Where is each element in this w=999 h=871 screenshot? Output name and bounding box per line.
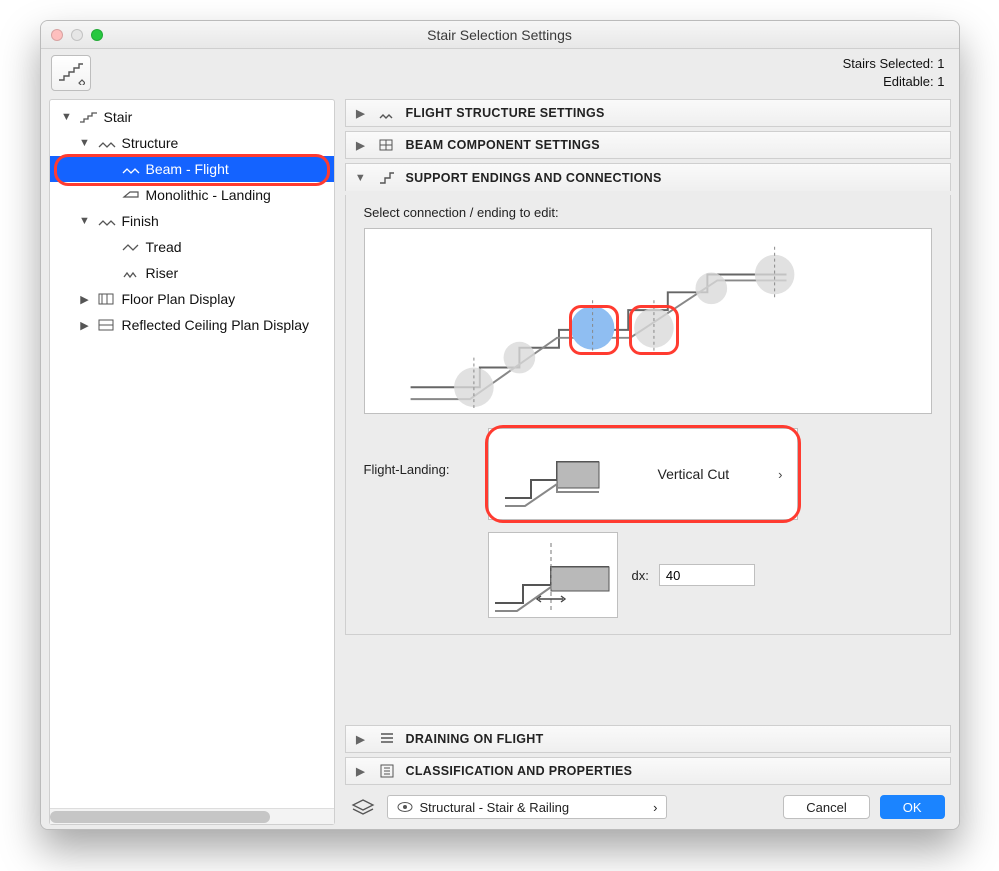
finish-icon bbox=[96, 214, 118, 228]
accordion-flight-structure-settings[interactable]: FLIGHT STRUCTURE SETTINGS bbox=[345, 99, 951, 127]
tree-item-structure[interactable]: Structure bbox=[50, 130, 334, 156]
dx-diagram-svg bbox=[489, 533, 619, 619]
tree-item-label: Structure bbox=[122, 135, 179, 151]
dx-label: dx: bbox=[632, 568, 649, 583]
eye-icon bbox=[396, 801, 414, 813]
accordion-title: CLASSIFICATION AND PROPERTIES bbox=[406, 764, 633, 778]
annotation-highlight bbox=[569, 305, 619, 355]
window-minimize-button[interactable] bbox=[71, 29, 83, 41]
tree-item-tread[interactable]: Tread bbox=[50, 234, 334, 260]
window-close-button[interactable] bbox=[51, 29, 63, 41]
tree-item-label: Riser bbox=[146, 265, 179, 281]
support-section-body: Select connection / ending to edit: bbox=[345, 195, 951, 635]
structure-icon bbox=[96, 136, 118, 150]
dialog-header: Stairs Selected: 1 Editable: 1 bbox=[41, 49, 959, 95]
layer-dropdown[interactable]: Structural - Stair & Railing › bbox=[387, 795, 667, 819]
accordion-draining-on-flight[interactable]: DRAINING ON FLIGHT bbox=[345, 725, 951, 753]
ceiling-plan-icon bbox=[96, 318, 118, 332]
floor-plan-icon bbox=[96, 292, 118, 306]
tree-item-label: Monolithic - Landing bbox=[146, 187, 271, 203]
tree-item-label: Reflected Ceiling Plan Display bbox=[122, 317, 310, 333]
annotation-highlight bbox=[629, 305, 679, 355]
window-title: Stair Selection Settings bbox=[41, 27, 959, 43]
editable-label: Editable: 1 bbox=[843, 73, 945, 91]
tree-item-finish[interactable]: Finish bbox=[50, 208, 334, 234]
flight-landing-thumb-icon bbox=[499, 436, 609, 512]
layer-icon bbox=[349, 798, 377, 816]
accordion-classification-properties[interactable]: CLASSIFICATION AND PROPERTIES bbox=[345, 757, 951, 785]
chevron-right-icon bbox=[354, 733, 368, 746]
select-connection-label: Select connection / ending to edit: bbox=[364, 205, 932, 220]
classification-icon bbox=[376, 763, 398, 779]
ok-button[interactable]: OK bbox=[880, 795, 945, 819]
stair-tool-icon bbox=[51, 55, 91, 91]
sidebar: Stair Structure Beam - Flight bbox=[49, 99, 335, 825]
tree-item-label: Beam - Flight bbox=[146, 161, 229, 177]
window-zoom-button[interactable] bbox=[91, 29, 103, 41]
disclosure-icon[interactable] bbox=[60, 111, 74, 123]
tree-item-label: Stair bbox=[104, 109, 133, 125]
sidebar-horizontal-scrollbar[interactable] bbox=[50, 808, 334, 824]
accordion-title: SUPPORT ENDINGS AND CONNECTIONS bbox=[406, 171, 662, 185]
dx-diagram bbox=[488, 532, 618, 618]
disclosure-icon[interactable] bbox=[78, 319, 92, 332]
chevron-right-icon: › bbox=[653, 800, 657, 815]
riser-icon bbox=[120, 266, 142, 280]
beam-component-icon bbox=[376, 137, 398, 153]
scrollbar-thumb[interactable] bbox=[50, 811, 270, 823]
settings-dialog: Stair Selection Settings Stairs Selected… bbox=[40, 20, 960, 830]
accordion-title: FLIGHT STRUCTURE SETTINGS bbox=[406, 106, 605, 120]
accordion-beam-component-settings[interactable]: BEAM COMPONENT SETTINGS bbox=[345, 131, 951, 159]
flight-landing-value: Vertical Cut bbox=[658, 466, 730, 482]
dialog-footer: Structural - Stair & Railing › Cancel OK bbox=[345, 789, 951, 821]
chevron-right-icon bbox=[354, 107, 368, 120]
beam-icon bbox=[120, 162, 142, 176]
draining-icon bbox=[376, 731, 398, 747]
stair-icon bbox=[57, 61, 85, 85]
connection-diagram[interactable] bbox=[364, 228, 932, 414]
tree-item-label: Tread bbox=[146, 239, 182, 255]
window-controls bbox=[51, 29, 103, 41]
cancel-button[interactable]: Cancel bbox=[783, 795, 869, 819]
flight-landing-label: Flight-Landing: bbox=[364, 428, 484, 477]
tree-item-label: Floor Plan Display bbox=[122, 291, 236, 307]
dx-input[interactable] bbox=[659, 564, 755, 586]
accordion-support-endings-connections[interactable]: SUPPORT ENDINGS AND CONNECTIONS bbox=[345, 163, 951, 191]
tread-icon bbox=[120, 240, 142, 254]
tree-item-monolithic-landing[interactable]: Monolithic - Landing bbox=[50, 182, 334, 208]
disclosure-icon[interactable] bbox=[78, 293, 92, 306]
disclosure-icon[interactable] bbox=[78, 215, 92, 227]
tree-item-floor-plan-display[interactable]: Floor Plan Display bbox=[50, 286, 334, 312]
tree-item-beam-flight[interactable]: Beam - Flight bbox=[50, 156, 334, 182]
layer-value: Structural - Stair & Railing bbox=[420, 800, 570, 815]
support-icon bbox=[376, 170, 398, 186]
flight-structure-icon bbox=[376, 105, 398, 121]
selection-status: Stairs Selected: 1 Editable: 1 bbox=[843, 55, 945, 90]
tree-item-reflected-ceiling-plan-display[interactable]: Reflected Ceiling Plan Display bbox=[50, 312, 334, 338]
landing-icon bbox=[120, 188, 142, 202]
settings-panel: FLIGHT STRUCTURE SETTINGS BEAM COMPONENT… bbox=[335, 95, 959, 829]
chevron-right-icon: › bbox=[778, 467, 782, 482]
ok-button-label: OK bbox=[903, 800, 922, 815]
chevron-down-icon bbox=[354, 172, 368, 184]
stairs-selected-label: Stairs Selected: 1 bbox=[843, 55, 945, 73]
titlebar: Stair Selection Settings bbox=[41, 21, 959, 49]
chevron-right-icon bbox=[354, 139, 368, 152]
cancel-button-label: Cancel bbox=[806, 800, 846, 815]
tree-item-label: Finish bbox=[122, 213, 159, 229]
chevron-right-icon bbox=[354, 765, 368, 778]
stair-icon bbox=[78, 110, 100, 124]
flight-landing-selector[interactable]: Vertical Cut › bbox=[488, 428, 798, 520]
tree-item-stair[interactable]: Stair bbox=[50, 104, 334, 130]
accordion-title: DRAINING ON FLIGHT bbox=[406, 732, 544, 746]
tree: Stair Structure Beam - Flight bbox=[50, 100, 334, 808]
accordion-title: BEAM COMPONENT SETTINGS bbox=[406, 138, 600, 152]
disclosure-icon[interactable] bbox=[78, 137, 92, 149]
tree-item-riser[interactable]: Riser bbox=[50, 260, 334, 286]
